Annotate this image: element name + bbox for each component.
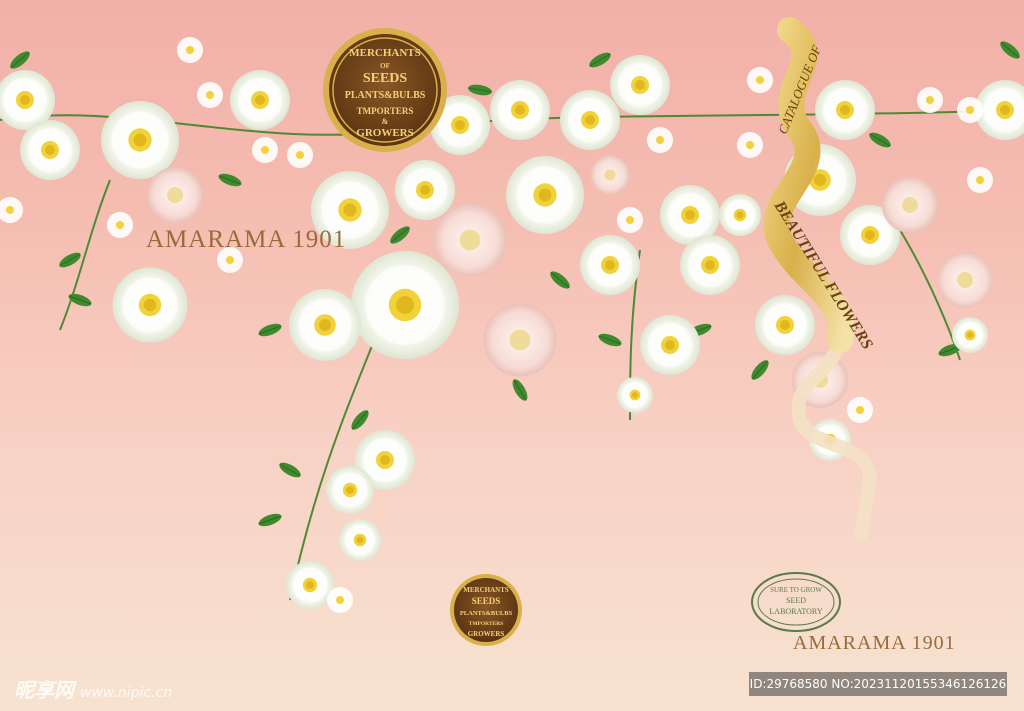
brand-amarama-bottom: AMARAMA 1901: [793, 632, 956, 654]
seal-small-line-7: GROWERS: [468, 630, 505, 638]
seal-line-5: TMPORTERS: [357, 106, 414, 116]
floral-illustration: CATALOGUE OF BEAUTIFUL FLOWERS MERCHANTS…: [0, 17, 1024, 646]
site-name: 昵享网: [14, 678, 74, 702]
stamp-line-2: SEED: [786, 596, 806, 605]
seal-small-line-5: TMPORTERS: [469, 621, 504, 627]
seal-line-3: SEEDS: [363, 71, 408, 86]
seal-small-line-4: PLANTS&BULBS: [460, 610, 513, 617]
seal-line-7: GROWERS: [356, 127, 413, 139]
stamp-line-1: SURE TO GROW: [770, 586, 822, 594]
seal-large: MERCHANTS OF SEEDS PLANTS&BULBS TMPORTER…: [323, 28, 447, 152]
seal-line-4: PLANTS&BULBS: [345, 90, 426, 101]
seed-laboratory-stamp: SURE TO GROW SEED LABORATORY: [751, 572, 841, 632]
image-id-watermark: ID:29768580 NO:20231120155346126126: [749, 672, 1007, 696]
site-watermark: 昵享网 www.nipic.cn: [14, 674, 172, 703]
seal-line-6: &: [382, 117, 389, 126]
seal-small-line-1: MERCHANTS: [463, 586, 509, 594]
brand-amarama-top: AMARAMA 1901: [146, 226, 347, 253]
seal-small-line-3: SEEDS: [472, 596, 501, 606]
site-url: www.nipic.cn: [80, 685, 173, 701]
stamp-line-3: LABORATORY: [769, 607, 822, 616]
seal-line-2: OF: [380, 62, 390, 70]
seal-line-1: MERCHANTS: [349, 47, 421, 59]
seal-small: MERCHANTS SEEDS PLANTS&BULBS TMPORTERS G…: [450, 574, 522, 646]
